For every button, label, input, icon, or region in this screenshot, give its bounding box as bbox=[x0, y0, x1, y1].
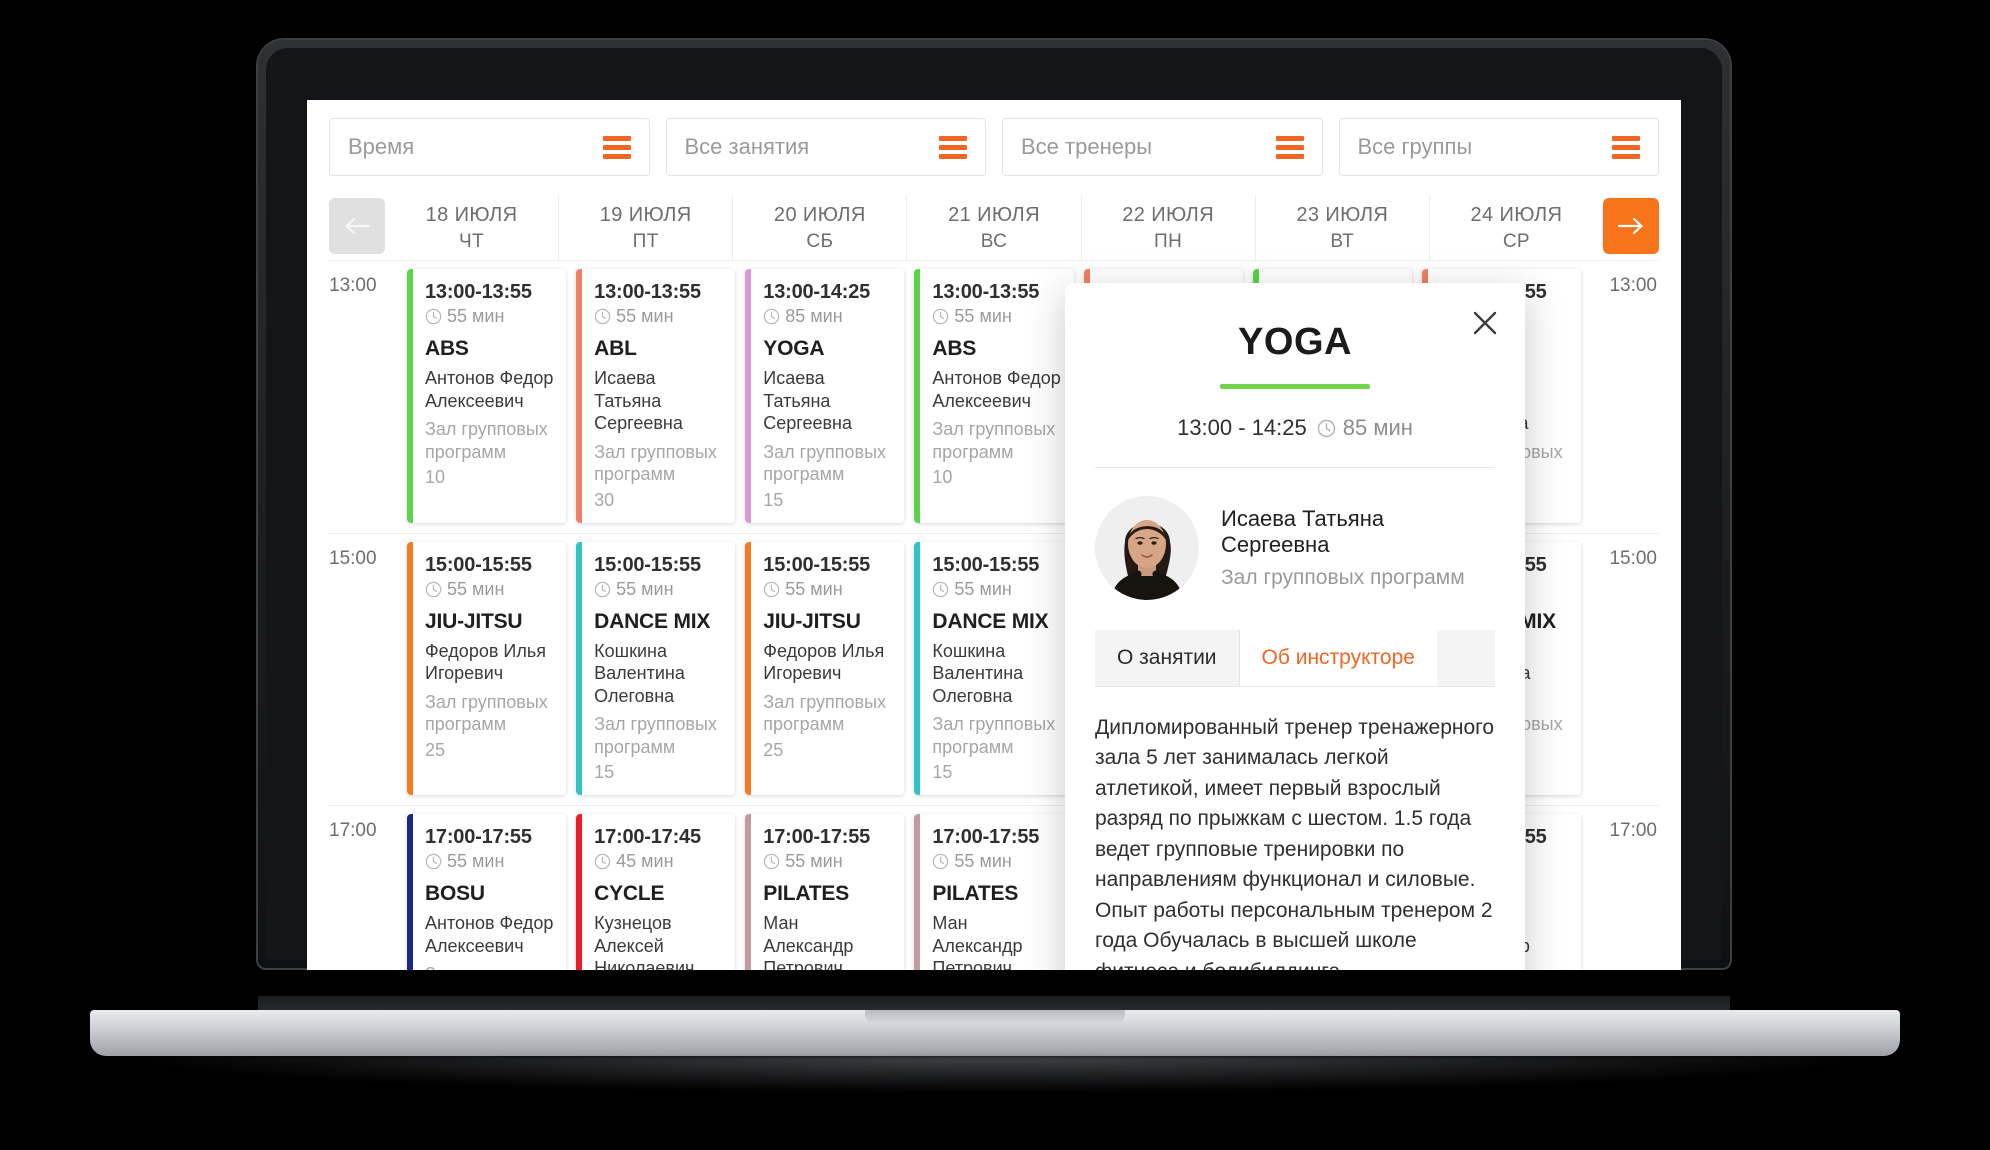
title-accent-bar bbox=[1220, 384, 1370, 389]
laptop-notch bbox=[780, 48, 1210, 132]
instructor-name: Исаева Татьяна Сергеевна bbox=[1221, 506, 1385, 557]
class-detail-modal: YOGA 13:00 - 14:25 85 мин Исаева Татьяна… bbox=[1065, 283, 1525, 970]
close-button[interactable] bbox=[1467, 305, 1503, 341]
tab-about-class[interactable]: О занятии bbox=[1095, 630, 1240, 686]
modal-duration: 85 мин bbox=[1317, 415, 1413, 441]
laptop-base-notch bbox=[865, 1010, 1125, 1024]
laptop-screen: Время Все занятия Все тренеры Все группы bbox=[307, 100, 1681, 970]
instructor-block: Исаева Татьяна Сергеевна Зал групповых п… bbox=[1095, 496, 1495, 600]
instructor-place: Зал групповых программ bbox=[1221, 566, 1465, 589]
laptop-reflection bbox=[140, 1056, 1850, 1092]
screenshot-root: Время Все занятия Все тренеры Все группы bbox=[0, 0, 1990, 1150]
tabs-underline bbox=[1095, 686, 1495, 687]
modal-time-range: 13:00 - 14:25 bbox=[1177, 415, 1307, 440]
modal-duration-text: 85 мин bbox=[1342, 415, 1413, 440]
instructor-text: Исаева Татьяна Сергеевна Зал групповых п… bbox=[1221, 506, 1495, 590]
modal-divider bbox=[1095, 467, 1495, 468]
instructor-description: Дипломированный тренер тренажерного зала… bbox=[1095, 716, 1495, 970]
instructor-photo-icon bbox=[1095, 496, 1199, 600]
modal-time-row: 13:00 - 14:25 85 мин bbox=[1095, 415, 1495, 441]
modal-tabs: О занятии Об инструкторе bbox=[1095, 630, 1495, 686]
modal-title: YOGA bbox=[1238, 321, 1352, 363]
clock-icon bbox=[1317, 419, 1335, 437]
avatar bbox=[1095, 496, 1199, 600]
close-icon bbox=[1473, 311, 1497, 335]
modal-overlay: YOGA 13:00 - 14:25 85 мин Исаева Татьяна… bbox=[307, 100, 1681, 970]
tab-about-instructor[interactable]: Об инструкторе bbox=[1239, 630, 1437, 686]
